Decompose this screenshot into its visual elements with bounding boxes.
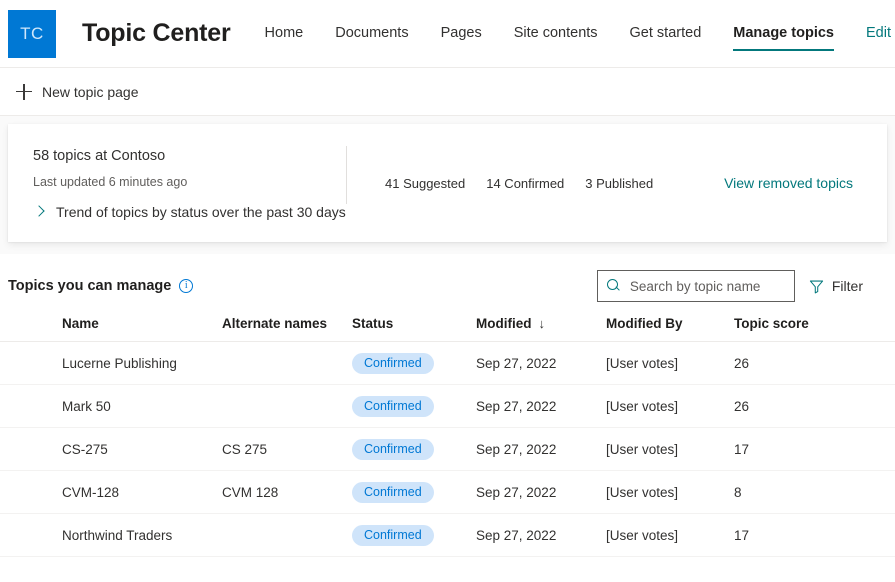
cell-topic-score: 8 (734, 484, 742, 500)
new-topic-page-label: New topic page (42, 83, 139, 100)
view-removed-topics-link[interactable]: View removed topics (724, 175, 853, 191)
cell-topic-score: 26 (734, 355, 750, 371)
nav-item-manage-topics[interactable]: Manage topics (733, 0, 834, 67)
cell-name[interactable]: CS-275 (0, 442, 222, 457)
column-header-modified-by[interactable]: Modified By (606, 316, 734, 331)
cell-topic-score: 17 (734, 441, 750, 457)
cell-topic-score: 26 (734, 398, 750, 414)
column-header-modified-label: Modified (476, 316, 532, 331)
nav-item-get-started[interactable]: Get started (630, 0, 702, 67)
new-topic-page-button[interactable]: New topic page (8, 74, 147, 110)
table-row[interactable]: Lucerne Publishing Confirmed Sep 27, 202… (0, 342, 895, 385)
table-header-row: Name Alternate names Status Modified ↓ Mo… (0, 306, 895, 342)
nav-item-edit[interactable]: Edit (866, 0, 891, 67)
filter-label: Filter (831, 278, 863, 294)
cell-status: Confirmed (352, 352, 476, 374)
cell-status: Confirmed (352, 481, 476, 503)
stat-published: 3 Published (585, 175, 654, 191)
site-title: Topic Center (82, 19, 231, 47)
status-badge: Confirmed (352, 395, 434, 417)
cell-modified-by: [User votes] (606, 527, 679, 543)
cell-modified-by: [User votes] (606, 355, 679, 371)
site-logo-avatar[interactable]: TC (8, 9, 56, 58)
list-title: Topics you can manage (8, 278, 172, 294)
column-header-modified[interactable]: Modified ↓ (476, 316, 606, 331)
summary-card: 58 topics at Contoso Last updated 6 minu… (8, 124, 887, 242)
search-box[interactable] (596, 270, 795, 302)
trend-label: Trend of topics by status over the past … (56, 204, 346, 220)
cell-modified-by: [User votes] (606, 441, 679, 457)
cell-name[interactable]: Mark 50 (0, 399, 222, 414)
list-header-bar: Topics you can manage i Filter (0, 254, 895, 306)
info-icon[interactable]: i (179, 279, 194, 293)
summary-card-left: 58 topics at Contoso Last updated 6 minu… (8, 124, 346, 242)
cell-name[interactable]: Lucerne Publishing (0, 356, 222, 371)
command-bar: New topic page (0, 68, 895, 116)
search-icon (606, 279, 621, 293)
nav-item-home[interactable]: Home (265, 0, 304, 67)
cell-modified-by: [User votes] (606, 484, 679, 500)
cell-modified: Sep 27, 2022 (476, 398, 557, 414)
nav-item-pages[interactable]: Pages (441, 0, 482, 67)
cell-status: Confirmed (352, 395, 476, 417)
cell-topic-score: 17 (734, 527, 750, 543)
column-header-topic-score[interactable]: Topic score (734, 316, 834, 331)
nav-item-site-contents[interactable]: Site contents (514, 0, 598, 67)
topic-count-text: 58 topics at Contoso (33, 148, 166, 164)
site-header: TC Topic Center Home Documents Pages Sit… (0, 0, 895, 68)
table-row[interactable]: Northwind Traders Confirmed Sep 27, 2022… (0, 514, 895, 557)
column-header-name[interactable]: Name (0, 316, 222, 331)
cell-name[interactable]: CVM-128 (0, 485, 222, 500)
cell-modified: Sep 27, 2022 (476, 484, 557, 500)
cell-status: Confirmed (352, 438, 476, 460)
sort-descending-icon: ↓ (538, 316, 546, 331)
table-row[interactable]: CVM-128 CVM 128 Confirmed Sep 27, 2022 [… (0, 471, 895, 514)
cell-status: Confirmed (352, 524, 476, 546)
cell-alternate: CVM 128 (222, 484, 279, 500)
cell-alternate: CS 275 (222, 441, 268, 457)
search-input[interactable] (629, 278, 790, 294)
summary-card-zone: 58 topics at Contoso Last updated 6 minu… (0, 116, 895, 254)
status-badge: Confirmed (352, 352, 434, 374)
column-header-alternate[interactable]: Alternate names (222, 316, 352, 331)
table-row[interactable]: CS-275 CS 275 Confirmed Sep 27, 2022 [Us… (0, 428, 895, 471)
status-badge: Confirmed (352, 481, 434, 503)
cell-modified: Sep 27, 2022 (476, 355, 557, 371)
filter-button[interactable]: Filter (809, 278, 863, 294)
nav-item-documents[interactable]: Documents (335, 0, 408, 67)
cell-modified: Sep 27, 2022 (476, 527, 557, 543)
stat-suggested: 41 Suggested (385, 175, 466, 191)
status-badge: Confirmed (352, 524, 434, 546)
plus-icon (16, 83, 32, 100)
cell-name[interactable]: Northwind Traders (0, 528, 222, 543)
stat-confirmed: 14 Confirmed (486, 175, 565, 191)
topics-table: Name Alternate names Status Modified ↓ Mo… (0, 306, 895, 557)
status-badge: Confirmed (352, 438, 434, 460)
last-updated-text: Last updated 6 minutes ago (33, 175, 188, 189)
site-navigation: Home Documents Pages Site contents Get s… (265, 0, 891, 67)
trend-expander[interactable]: Trend of topics by status over the past … (33, 204, 346, 220)
cell-modified-by: [User votes] (606, 398, 679, 414)
cell-modified: Sep 27, 2022 (476, 441, 557, 457)
table-row[interactable]: Mark 50 Confirmed Sep 27, 2022 [User vot… (0, 385, 895, 428)
column-header-status[interactable]: Status (352, 316, 476, 331)
chevron-right-icon (33, 206, 45, 218)
filter-funnel-icon (809, 280, 823, 293)
